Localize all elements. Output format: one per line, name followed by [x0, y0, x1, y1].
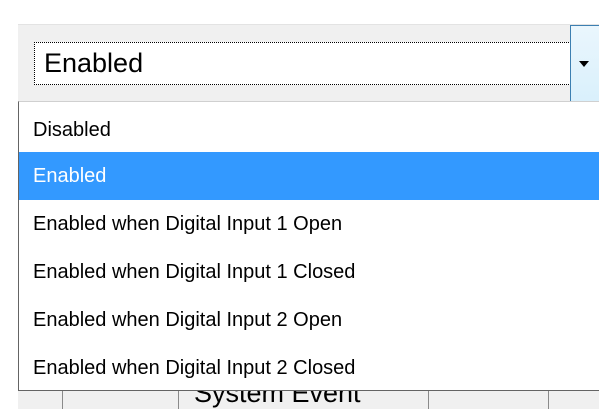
- table-cell-system-event: System Event: [194, 391, 361, 408]
- table-grid-line: [548, 391, 549, 409]
- dropdown-list[interactable]: Disabled Enabled Enabled when Digital In…: [18, 101, 599, 391]
- option-enabled-di1-open[interactable]: Enabled when Digital Input 1 Open: [19, 200, 599, 248]
- option-enabled-di2-open[interactable]: Enabled when Digital Input 2 Open: [19, 296, 599, 344]
- combobox-selected-value[interactable]: Enabled: [34, 42, 571, 85]
- table-grid-line: [178, 391, 179, 409]
- background-table: System Event: [18, 391, 599, 409]
- table-grid-line: [62, 391, 63, 409]
- dropdown-toggle-button[interactable]: [570, 25, 599, 102]
- option-enabled[interactable]: Enabled: [19, 152, 599, 200]
- option-disabled[interactable]: Disabled: [19, 106, 599, 154]
- mode-combobox[interactable]: Enabled: [18, 24, 599, 102]
- chevron-down-icon: [579, 61, 589, 67]
- table-grid-line: [428, 391, 429, 409]
- option-enabled-di2-closed[interactable]: Enabled when Digital Input 2 Closed: [19, 344, 599, 392]
- option-enabled-di1-closed[interactable]: Enabled when Digital Input 1 Closed: [19, 248, 599, 296]
